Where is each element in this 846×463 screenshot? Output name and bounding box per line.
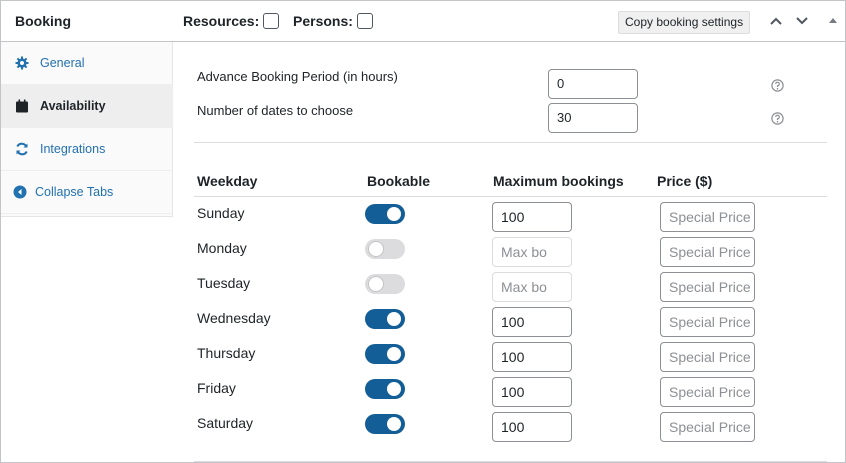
toggle-knob xyxy=(369,277,383,291)
weekday-label: Sunday xyxy=(197,205,245,221)
max-bookings-input[interactable]: 100 xyxy=(492,412,572,442)
weekday-label: Saturday xyxy=(197,415,254,431)
collapse-tabs[interactable]: Collapse Tabs xyxy=(1,171,173,214)
collapse-panel-icon[interactable] xyxy=(825,13,841,29)
weekday-label: Tuesday xyxy=(197,275,251,291)
weekday-label: Wednesday xyxy=(197,310,271,326)
availability-content: Advance Booking Period (in hours) 0 Numb… xyxy=(173,42,845,462)
toggle-knob xyxy=(387,417,401,431)
move-down-icon[interactable] xyxy=(794,13,810,29)
toggle-knob xyxy=(387,382,401,396)
divider xyxy=(194,142,827,143)
dates-to-choose-label: Number of dates to choose xyxy=(197,103,354,118)
persons-checkbox[interactable] xyxy=(356,13,373,29)
resources-label: Resources: xyxy=(183,13,260,29)
special-price-input[interactable]: Special Price xyxy=(660,377,755,407)
max-bookings-input[interactable]: Max bo xyxy=(492,272,572,302)
bookable-toggle[interactable] xyxy=(365,274,405,294)
resources-toggle[interactable]: Resources: xyxy=(183,13,280,29)
move-up-icon[interactable] xyxy=(768,13,784,29)
special-price-input[interactable]: Special Price xyxy=(660,307,755,337)
booking-panel: Booking Resources: Persons: Copy booking… xyxy=(0,0,846,463)
calendar-icon xyxy=(15,99,29,113)
tab-general[interactable]: General xyxy=(1,42,173,85)
bookable-header: Bookable xyxy=(367,173,431,189)
bookable-toggle[interactable] xyxy=(365,379,405,399)
weekday-label: Friday xyxy=(197,380,236,396)
weekday-label: Monday xyxy=(197,240,247,256)
special-price-input[interactable]: Special Price xyxy=(660,342,755,372)
special-price-input[interactable]: Special Price xyxy=(660,412,755,442)
tab-general-label: General xyxy=(40,56,85,70)
bookable-toggle[interactable] xyxy=(365,414,405,434)
special-price-input[interactable]: Special Price xyxy=(660,272,755,302)
tab-integrations-label: Integrations xyxy=(40,142,106,156)
max-bookings-input[interactable]: 100 xyxy=(492,377,572,407)
special-price-input[interactable]: Special Price xyxy=(660,237,755,267)
divider xyxy=(194,196,827,197)
sync-icon xyxy=(15,142,29,156)
bookable-toggle[interactable] xyxy=(365,239,405,259)
tab-availability[interactable]: Availability xyxy=(1,85,173,128)
sidebar: General Availability Integrations Collap… xyxy=(1,42,173,217)
advance-booking-label: Advance Booking Period (in hours) xyxy=(197,69,398,84)
bookable-toggle[interactable] xyxy=(365,309,405,329)
collapse-tabs-label: Collapse Tabs xyxy=(35,185,114,199)
collapse-icon xyxy=(13,185,27,199)
toggle-knob xyxy=(387,207,401,221)
toggle-knob xyxy=(387,347,401,361)
gear-icon xyxy=(15,56,29,70)
special-price-input[interactable]: Special Price xyxy=(660,202,755,232)
divider xyxy=(194,461,827,462)
weekday-label: Thursday xyxy=(197,345,256,361)
resources-checkbox[interactable] xyxy=(263,13,280,29)
panel-title: Booking xyxy=(15,13,71,29)
price-header: Price ($) xyxy=(657,173,713,189)
advance-booking-input[interactable]: 0 xyxy=(548,69,638,99)
dates-to-choose-input[interactable]: 30 xyxy=(548,103,638,133)
max-bookings-input[interactable]: 100 xyxy=(492,342,572,372)
bookable-toggle[interactable] xyxy=(365,204,405,224)
help-icon[interactable] xyxy=(771,79,784,92)
panel-header: Booking Resources: Persons: Copy booking… xyxy=(1,1,845,42)
help-icon[interactable] xyxy=(771,112,784,125)
persons-label: Persons: xyxy=(293,13,353,29)
weekday-header: Weekday xyxy=(197,173,258,189)
bookable-toggle[interactable] xyxy=(365,344,405,364)
max-bookings-input[interactable]: 100 xyxy=(492,202,572,232)
tab-availability-label: Availability xyxy=(40,99,106,113)
tab-integrations[interactable]: Integrations xyxy=(1,128,173,171)
max-bookings-input[interactable]: Max bo xyxy=(492,237,572,267)
toggle-knob xyxy=(387,312,401,326)
toggle-knob xyxy=(369,242,383,256)
max-bookings-input[interactable]: 100 xyxy=(492,307,572,337)
copy-booking-settings-button[interactable]: Copy booking settings xyxy=(618,11,751,34)
max-bookings-header: Maximum bookings xyxy=(493,173,624,189)
persons-toggle[interactable]: Persons: xyxy=(293,13,373,29)
